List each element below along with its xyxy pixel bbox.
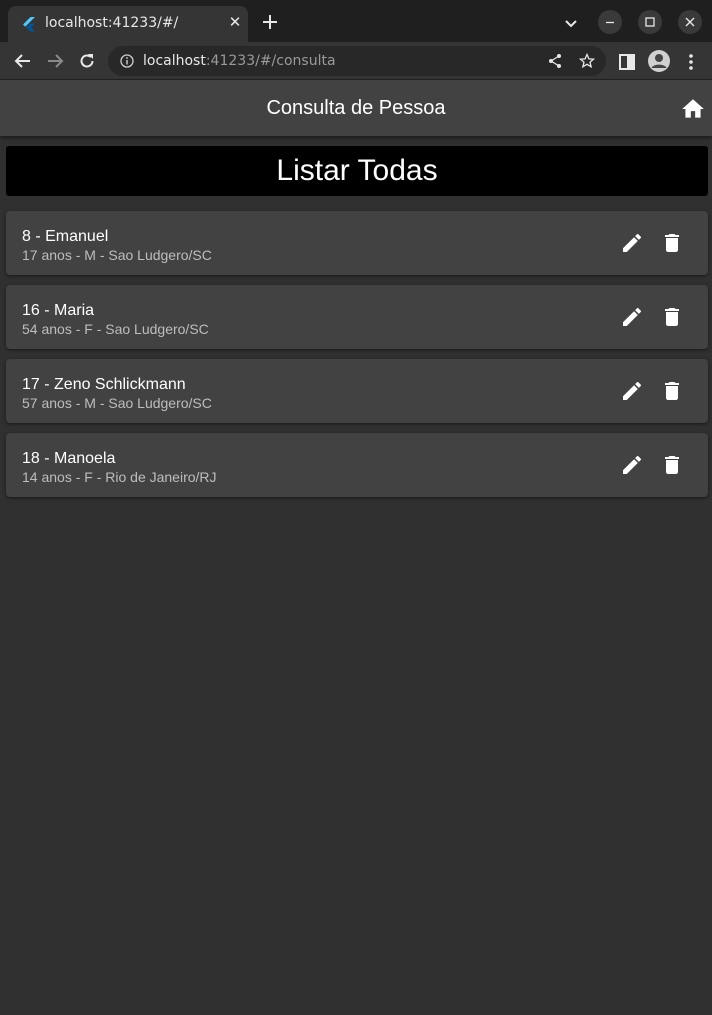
minimize-button[interactable] — [598, 10, 622, 34]
address-bar[interactable]: localhost:41233/#/consulta — [108, 46, 606, 76]
more-menu-icon[interactable] — [681, 52, 701, 72]
person-card: 8 - Emanuel 17 anos - M - Sao Ludgero/SC — [6, 211, 708, 275]
site-info-icon[interactable] — [120, 54, 134, 68]
edit-icon[interactable] — [620, 305, 644, 329]
new-tab-icon[interactable] — [260, 12, 280, 32]
maximize-icon — [645, 17, 655, 27]
edit-icon[interactable] — [620, 231, 644, 255]
person-subtitle: 17 anos - M - Sao Ludgero/SC — [22, 247, 212, 263]
browser-tab-bar: localhost:41233/#/ ✕ — [0, 0, 712, 42]
delete-icon[interactable] — [660, 379, 684, 403]
person-title: 18 - Manoela — [22, 450, 116, 467]
back-arrow-icon[interactable] — [13, 51, 33, 71]
share-icon[interactable] — [547, 53, 563, 69]
maximize-button[interactable] — [638, 10, 662, 34]
person-subtitle: 14 anos - F - Rio de Janeiro/RJ — [22, 469, 217, 485]
person-subtitle: 54 anos - F - Sao Ludgero/SC — [22, 321, 209, 337]
home-icon[interactable] — [680, 96, 706, 122]
bookmark-star-icon[interactable] — [579, 53, 595, 69]
close-window-button[interactable] — [678, 10, 702, 34]
delete-icon[interactable] — [660, 305, 684, 329]
chevron-down-icon[interactable] — [562, 14, 580, 32]
flutter-favicon-icon — [23, 17, 35, 32]
side-panel-icon[interactable] — [617, 52, 637, 72]
browser-toolbar: localhost:41233/#/consulta — [0, 42, 712, 80]
person-card: 17 - Zeno Schlickmann 57 anos - M - Sao … — [6, 359, 708, 423]
app-body: Consulta de Pessoa Listar Todas 8 - Eman… — [0, 80, 712, 1015]
tab-close-icon[interactable]: ✕ — [226, 14, 244, 32]
page-title: Consulta de Pessoa — [266, 97, 446, 119]
person-title: 16 - Maria — [22, 302, 95, 319]
forward-arrow-icon[interactable] — [45, 51, 65, 71]
browser-tab[interactable]: localhost:41233/#/ ✕ — [8, 6, 248, 42]
delete-icon[interactable] — [660, 231, 684, 255]
app-bar: Consulta de Pessoa — [0, 80, 712, 136]
url-host: localhost — [143, 53, 206, 69]
person-card: 18 - Manoela 14 anos - F - Rio de Janeir… — [6, 433, 708, 497]
person-title: 17 - Zeno Schlickmann — [22, 376, 186, 393]
minimize-icon — [606, 21, 614, 24]
edit-icon[interactable] — [620, 379, 644, 403]
person-card: 16 - Maria 54 anos - F - Sao Ludgero/SC — [6, 285, 708, 349]
delete-icon[interactable] — [660, 453, 684, 477]
person-title: 8 - Emanuel — [22, 228, 109, 245]
reload-icon[interactable] — [77, 51, 97, 71]
person-subtitle: 57 anos - M - Sao Ludgero/SC — [22, 395, 212, 411]
url-path: :41233/#/consulta — [205, 53, 336, 69]
list-all-button[interactable]: Listar Todas — [6, 146, 708, 196]
tab-title: localhost:41233/#/ — [45, 15, 179, 31]
edit-icon[interactable] — [620, 453, 644, 477]
url-text: localhost:41233/#/consulta — [143, 53, 336, 69]
close-icon — [685, 17, 695, 27]
profile-avatar-icon[interactable] — [647, 49, 671, 73]
